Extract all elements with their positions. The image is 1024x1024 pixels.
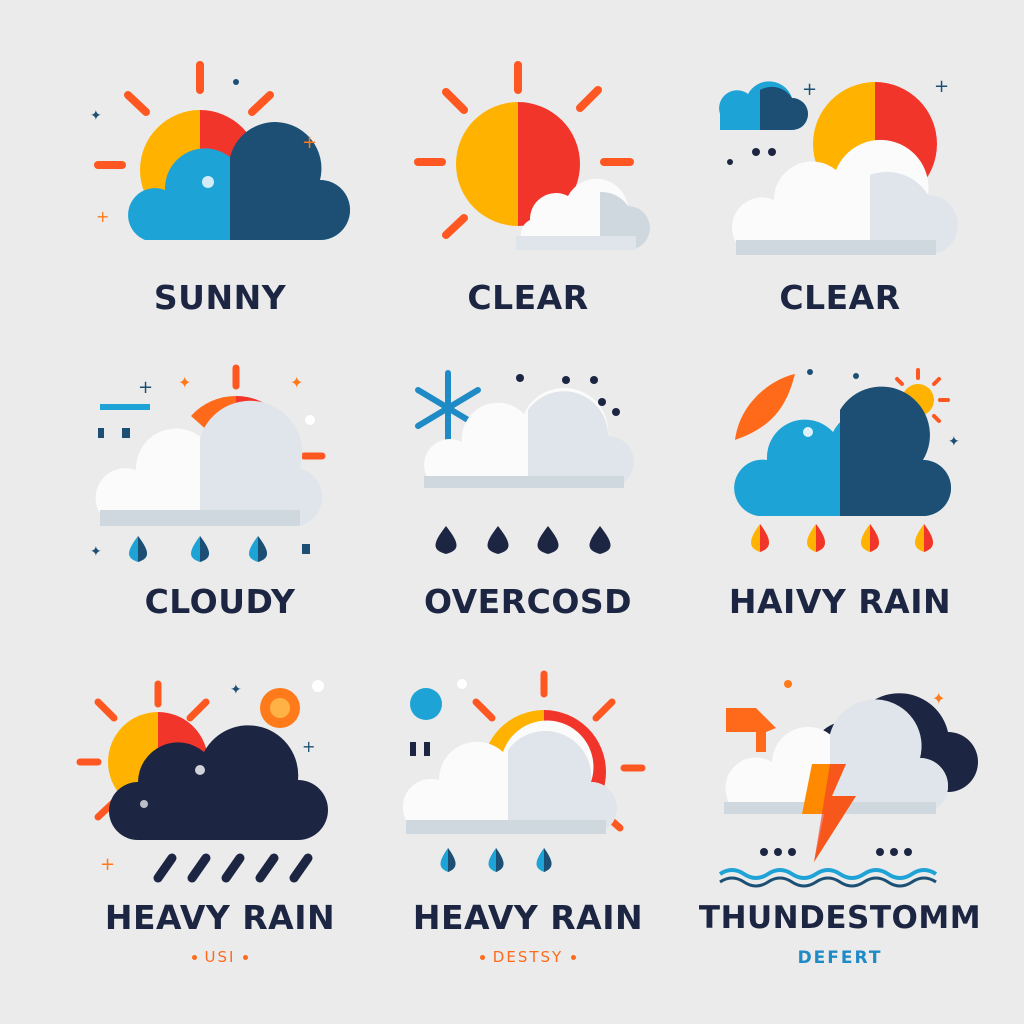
tile-label: CLEAR: [467, 278, 589, 317]
svg-text:+: +: [100, 854, 115, 875]
svg-text:✦: ✦: [290, 373, 303, 392]
svg-text:✦: ✦: [90, 544, 102, 560]
tile-overcosd: OVERCOSD: [368, 348, 688, 668]
svg-text:+: +: [934, 76, 949, 97]
small-house-icon: [726, 708, 776, 752]
tile-label: HEAVY RAIN: [104, 898, 336, 937]
dot-icon: [571, 955, 577, 960]
sublabel-text: DESTSY: [492, 948, 564, 966]
weather-icon-grid: ✦ + + SUNNY CLEAR + + CLEAR + ✦ ✦ ✦ CLOU…: [0, 0, 1024, 1024]
tile-cloudy: + ✦ ✦ ✦ CLOUDY: [60, 348, 380, 668]
tile-clear: + + CLEAR: [680, 40, 1000, 360]
tile-clear: CLEAR: [368, 40, 688, 360]
svg-text:✦: ✦: [178, 373, 191, 392]
tile-sublabel: DESTSY: [368, 948, 688, 966]
tile-label: HAIVY RAIN: [728, 582, 952, 621]
sublabel-text: USI: [204, 948, 236, 966]
svg-text:✦: ✦: [90, 108, 102, 124]
tile-label: HEAVY RAIN: [412, 898, 644, 937]
svg-text:✦: ✦: [932, 689, 945, 708]
tile-heavy-rain: HEAVY RAIN DESTSY: [368, 662, 688, 982]
svg-text:+: +: [802, 79, 817, 100]
tile-label: CLEAR: [779, 278, 901, 317]
tile-sublabel: DEFERT: [797, 948, 883, 968]
svg-text:+: +: [138, 377, 153, 398]
tile-sunny: ✦ + + SUNNY: [60, 40, 380, 360]
svg-text:✦: ✦: [230, 682, 242, 698]
tile-heavy-rain: ✦ + + HEAVY RAIN USI: [60, 662, 380, 982]
svg-text:✦: ✦: [948, 434, 960, 450]
tile-sublabel: USI: [60, 948, 380, 966]
tile-label: CLOUDY: [144, 582, 296, 621]
svg-text:+: +: [302, 132, 317, 153]
tile-label: SUNNY: [153, 278, 287, 317]
dot-icon: [191, 955, 197, 960]
tile-label: THUNDESTOMM: [698, 900, 982, 936]
svg-text:+: +: [96, 207, 109, 226]
dot-icon: [479, 955, 485, 960]
dot-icon: [243, 955, 249, 960]
tile-haivy-rain: ✦ HAIVY RAIN: [680, 348, 1000, 668]
svg-text:+: +: [302, 737, 315, 756]
tile-label: OVERCOSD: [423, 582, 633, 621]
tile-thundestomm: ✦ THUNDESTOMM DEFERT: [680, 662, 1000, 982]
